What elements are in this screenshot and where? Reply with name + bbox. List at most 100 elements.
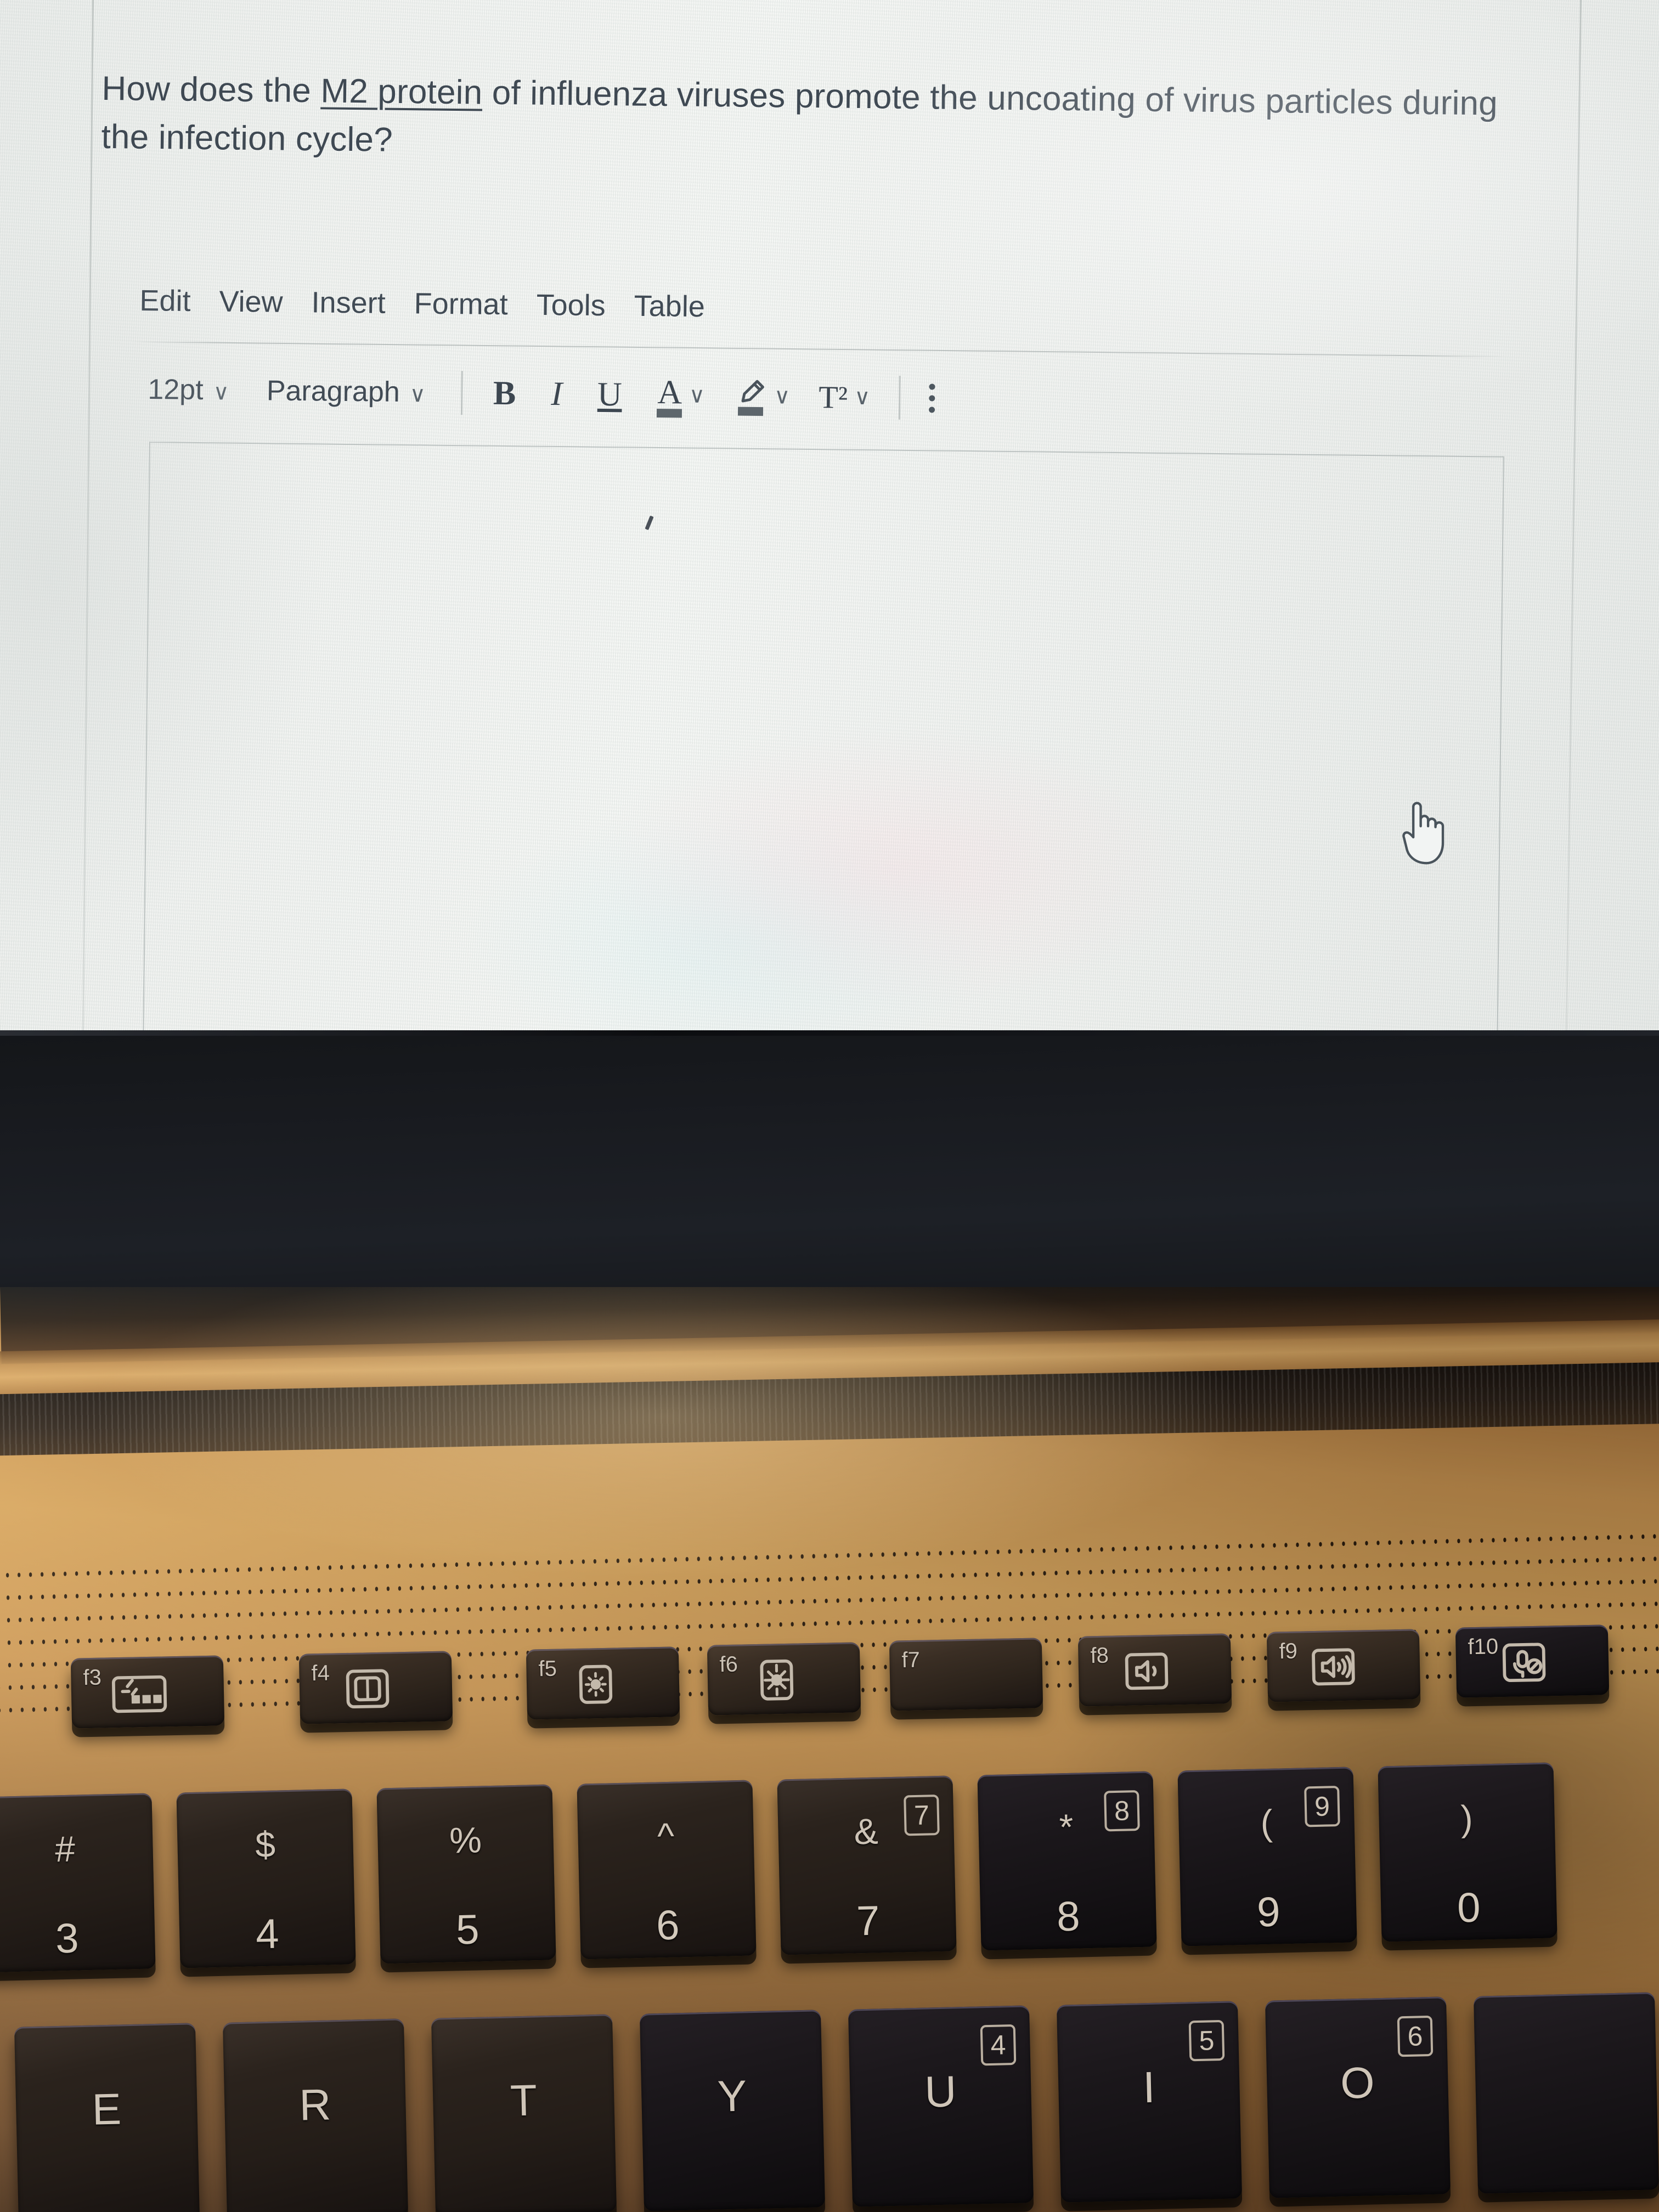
key-f4[interactable]: f4 <box>298 1651 453 1724</box>
key-f3[interactable]: f3 <box>70 1655 225 1729</box>
key-4-shift: $ <box>255 1824 276 1865</box>
key-9-shift: ( <box>1260 1802 1273 1843</box>
prompt-text-before: How does the <box>101 69 321 110</box>
key-7-base: 7 <box>856 1897 881 1945</box>
highlight-color-button[interactable]: ∨ <box>733 376 791 416</box>
key-f9[interactable]: f9 <box>1266 1629 1421 1702</box>
menu-item-edit[interactable]: Edit <box>139 284 191 318</box>
key-I-numpad-label: 5 <box>1188 2019 1225 2062</box>
superscript-icon: T² <box>818 379 848 415</box>
laptop-bezel: hp <box>0 1030 1659 2212</box>
text-color-button[interactable]: A ∨ <box>657 373 705 418</box>
key-T-label: T <box>509 2075 538 2125</box>
key-8-shift: * <box>1058 1806 1074 1848</box>
key-T[interactable]: T <box>431 2014 617 2212</box>
rich-text-editor-body[interactable] <box>143 442 1504 1045</box>
block-format-select[interactable]: Paragraph ∨ <box>267 374 426 409</box>
key-6-base: 6 <box>656 1901 680 1949</box>
menubar-divider <box>131 341 1506 358</box>
more-options-button[interactable] <box>929 383 935 413</box>
keyboard-backlight-icon <box>109 1668 170 1718</box>
key-4[interactable]: $ 4 <box>176 1788 356 1968</box>
menu-item-table[interactable]: Table <box>634 289 705 324</box>
question-prompt: How does the M2 protein of influenza vir… <box>101 65 1506 177</box>
menu-item-tools[interactable]: Tools <box>536 288 606 323</box>
key-E-label: E <box>91 2084 122 2134</box>
key-7[interactable]: & 7 7 <box>777 1775 957 1955</box>
key-f3-label: f3 <box>83 1665 102 1690</box>
key-Y[interactable]: Y <box>639 2010 826 2211</box>
editor-menubar: Edit View Insert Format Tools Table <box>139 274 1495 342</box>
menu-item-format[interactable]: Format <box>414 286 508 321</box>
font-size-select[interactable]: 12pt ∨ <box>148 373 229 407</box>
page-edge-left <box>82 0 94 1034</box>
italic-button[interactable]: I <box>551 374 562 413</box>
menu-item-view[interactable]: View <box>219 285 283 319</box>
key-4-base: 4 <box>255 1910 280 1958</box>
highlight-color-swatch <box>737 407 763 416</box>
bold-button[interactable]: B <box>493 374 516 413</box>
chevron-down-icon[interactable]: ∨ <box>689 383 706 408</box>
key-U[interactable]: U 4 <box>848 2005 1034 2207</box>
key-f5-label: f5 <box>538 1656 557 1681</box>
key-f6-label: f6 <box>719 1652 738 1677</box>
key-f8[interactable]: f8 <box>1077 1633 1232 1707</box>
key-I-label: I <box>1142 2062 1156 2112</box>
key-9-base: 9 <box>1256 1888 1281 1936</box>
display-switch-icon <box>337 1664 398 1713</box>
editor-toolbar: 12pt ∨ Paragraph ∨ B I U A ∨ ∨ T² ∨ <box>148 359 1503 435</box>
key-Y-label: Y <box>716 2071 748 2121</box>
volume-up-icon <box>1305 1642 1365 1691</box>
key-0-shift: ) <box>1460 1797 1474 1839</box>
key-8[interactable]: * 8 8 <box>977 1771 1157 1951</box>
key-0[interactable]: ) 0 <box>1378 1762 1558 1942</box>
italic-icon: I <box>550 375 563 413</box>
kebab-dot <box>929 383 935 390</box>
key-R[interactable]: R <box>222 2018 409 2212</box>
pointer-hand-cursor <box>1392 797 1453 867</box>
keyboard: f3 f4 f5 f6 f7 f8 f9 f10 # 3 $ 4 % 5 ^ 6… <box>0 1287 1659 2212</box>
key-R-label: R <box>298 2080 332 2130</box>
key-7-shift: & <box>853 1810 879 1852</box>
key-f4-label: f4 <box>311 1661 330 1686</box>
menu-item-insert[interactable]: Insert <box>311 285 386 320</box>
kebab-dot <box>929 406 935 413</box>
key-8-numpad-label: 8 <box>1104 1790 1140 1832</box>
page-edge-right <box>1565 0 1582 1034</box>
superscript-button[interactable]: T² ∨ <box>819 379 871 416</box>
key-O[interactable]: O 6 <box>1265 1996 1451 2198</box>
key-5-base: 5 <box>455 1906 480 1954</box>
chevron-down-icon[interactable]: ∨ <box>854 385 871 410</box>
laptop-screen: How does the M2 protein of influenza vir… <box>0 0 1659 1045</box>
chevron-down-icon: ∨ <box>213 380 230 405</box>
key-9-numpad-label: 9 <box>1304 1785 1340 1827</box>
key-9[interactable]: ( 9 9 <box>1177 1767 1357 1946</box>
mic-mute-icon <box>1494 1638 1554 1687</box>
volume-down-icon <box>1116 1646 1177 1696</box>
key-5[interactable]: % 5 <box>376 1784 556 1964</box>
key-8-base: 8 <box>1056 1893 1081 1940</box>
key-E[interactable]: E <box>14 2023 200 2212</box>
key-f6[interactable]: f6 <box>707 1642 861 1716</box>
key-5-shift: % <box>449 1819 482 1861</box>
key-f8-label: f8 <box>1090 1643 1109 1668</box>
font-size-value: 12pt <box>148 373 204 407</box>
block-format-value: Paragraph <box>266 375 400 408</box>
m2-protein-link[interactable]: M2 protein <box>320 72 483 111</box>
underline-button[interactable]: U <box>597 375 623 414</box>
brightness-up-icon <box>746 1655 806 1705</box>
toolbar-divider <box>460 371 463 415</box>
key-P[interactable] <box>1473 1992 1659 2194</box>
kebab-dot <box>929 394 935 402</box>
key-f10[interactable]: f10 <box>1455 1624 1610 1698</box>
text-color-icon: A <box>657 373 682 411</box>
key-6[interactable]: ^ 6 <box>577 1780 757 1960</box>
chevron-down-icon[interactable]: ∨ <box>774 383 791 409</box>
key-f7[interactable]: f7 <box>889 1638 1043 1711</box>
key-f9-label: f9 <box>1279 1639 1298 1664</box>
highlighter-pen-icon <box>733 376 768 411</box>
key-f5[interactable]: f5 <box>526 1646 680 1720</box>
key-f7-label: f7 <box>901 1647 921 1673</box>
key-3[interactable]: # 3 <box>0 1793 156 1973</box>
key-I[interactable]: I 5 <box>1056 2001 1243 2203</box>
